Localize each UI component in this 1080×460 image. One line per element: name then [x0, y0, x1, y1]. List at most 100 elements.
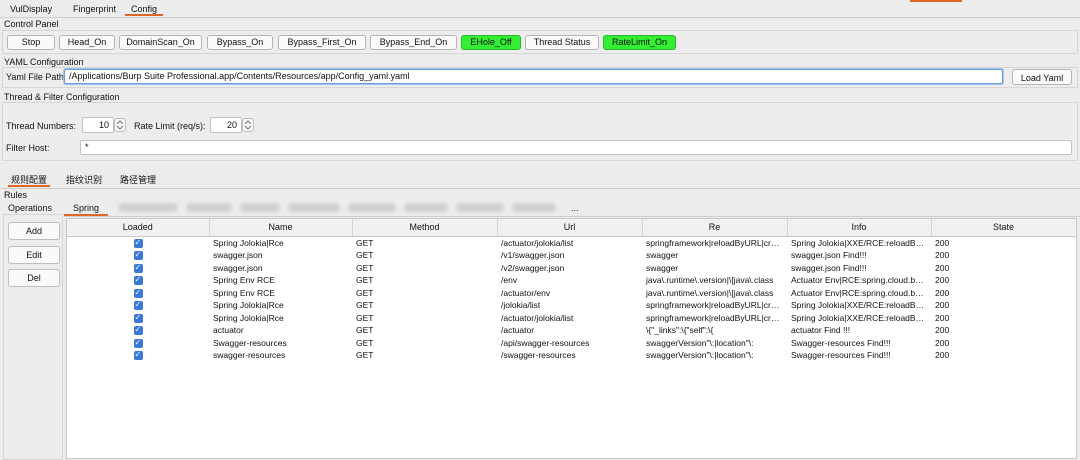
filter-host-input[interactable]: * [80, 140, 1072, 155]
cell-state: 200 [935, 287, 950, 298]
cell-method: GET [356, 300, 374, 310]
loaded-checkbox[interactable] [67, 299, 209, 312]
loaded-checkbox[interactable] [67, 249, 209, 262]
bypass-first-on-button[interactable]: Bypass_First_On [278, 35, 366, 50]
table-row[interactable]: Spring Jolokia|Rce GET /actuator/jolokia… [67, 312, 1076, 324]
checkbox-checked-icon[interactable] [133, 237, 143, 249]
column-header-state[interactable]: State [931, 219, 1076, 237]
blurred-rule-tab[interactable] [186, 203, 232, 212]
subtab-rule-config[interactable]: 规则配置 [8, 173, 51, 187]
loaded-checkbox[interactable] [67, 274, 209, 287]
filter-host-label: Filter Host: [6, 143, 50, 153]
checkbox-checked-icon[interactable] [133, 262, 143, 274]
bypass-on-button[interactable]: Bypass_On [207, 35, 273, 50]
load-yaml-button[interactable]: Load Yaml [1012, 69, 1072, 85]
tab-vuldisplay[interactable]: VulDisplay [4, 3, 58, 16]
tab-fingerprint[interactable]: Fingerprint [67, 3, 122, 16]
cell-state: 200 [935, 300, 950, 310]
checkbox-checked-icon[interactable] [133, 349, 143, 362]
loaded-checkbox[interactable] [67, 262, 209, 274]
cell-state: 200 [935, 337, 950, 348]
yaml-path-input[interactable]: /Applications/Burp Suite Professional.ap… [64, 69, 1003, 84]
cell-info: Spring Jolokia|XXE/RCE:reloadByURL [791, 300, 931, 310]
cell-url: /actuator/env [501, 287, 551, 298]
rate-limit-label: Rate Limit (req/s): [134, 121, 206, 131]
stop-button[interactable]: Stop [7, 35, 55, 50]
bypass-end-on-button[interactable]: Bypass_End_On [370, 35, 457, 50]
thread-numbers-input[interactable]: 10 [82, 117, 114, 133]
loaded-checkbox[interactable] [67, 287, 209, 299]
blurred-rule-tab[interactable] [118, 203, 178, 212]
cell-info: Spring Jolokia|XXE/RCE:reloadByURL [791, 312, 931, 323]
column-header-method[interactable]: Method [352, 219, 498, 237]
cell-name: swagger.json [213, 250, 263, 260]
tab-config[interactable]: Config [125, 3, 164, 16]
cell-info: swagger.json Find!!! [791, 262, 867, 273]
column-header-url[interactable]: Url [497, 219, 643, 237]
rate-limit-stepper[interactable] [242, 118, 254, 132]
domainscan-on-button[interactable]: DomainScan_On [119, 35, 202, 50]
blurred-rule-tab[interactable] [348, 203, 396, 212]
rule-tab-spring[interactable]: Spring [64, 201, 108, 216]
table-row[interactable]: Spring Env RCE GET /actuator/env java\.r… [67, 287, 1076, 299]
column-header-name[interactable]: Name [209, 219, 353, 237]
column-header-re[interactable]: Re [642, 219, 788, 237]
column-header-info[interactable]: Info [787, 219, 932, 237]
cell-url: /actuator/jolokia/list [501, 237, 574, 248]
table-row[interactable]: swagger.json GET /v2/swagger.json swagge… [67, 262, 1076, 274]
more-tabs-ellipsis[interactable]: ... [571, 203, 579, 213]
rate-limit-input[interactable]: 20 [210, 117, 242, 133]
cell-re: swagger [646, 250, 679, 260]
cell-url: /swagger-resources [501, 350, 576, 360]
cell-re: java\.runtime\.version|\[java\.class [646, 287, 774, 298]
table-row[interactable]: actuator GET /actuator \{"_links":\{"sel… [67, 324, 1076, 337]
subtab-path-management[interactable]: 路径管理 [120, 173, 156, 187]
blurred-rule-tab[interactable] [240, 203, 280, 212]
checkbox-checked-icon[interactable] [133, 287, 143, 299]
table-row[interactable]: Swagger-resources GET /api/swagger-resou… [67, 337, 1076, 349]
subtab-fingerprint[interactable]: 指纹识别 [66, 173, 102, 187]
loaded-checkbox[interactable] [67, 349, 209, 362]
checkbox-checked-icon[interactable] [133, 249, 143, 262]
table-row[interactable]: Spring Jolokia|Rce GET /jolokia/list spr… [67, 299, 1076, 312]
checkbox-checked-icon[interactable] [133, 299, 143, 312]
blurred-rule-tab[interactable] [404, 203, 448, 212]
thread-status-button[interactable]: Thread Status [525, 35, 599, 50]
thread-numbers-stepper[interactable] [114, 118, 126, 132]
table-row[interactable]: Spring Env RCE GET /env java\.runtime\.v… [67, 274, 1076, 287]
cell-state: 200 [935, 325, 950, 335]
loaded-checkbox[interactable] [67, 312, 209, 324]
cell-info: swagger.json Find!!! [791, 250, 867, 260]
cell-url: /v2/swagger.json [501, 262, 565, 273]
table-row[interactable]: Spring Jolokia|Rce GET /actuator/jolokia… [67, 236, 1076, 249]
cell-re: springframework|reloadByURL|createJNDIRe… [646, 237, 787, 248]
checkbox-checked-icon[interactable] [133, 337, 143, 349]
loaded-checkbox[interactable] [67, 236, 209, 249]
cell-state: 200 [935, 312, 950, 323]
blurred-rule-tab[interactable] [512, 203, 556, 212]
active-indicator-strip [910, 0, 962, 2]
rules-table[interactable]: Loaded Name Method Url Re Info State Spr… [66, 218, 1077, 459]
delete-rule-button[interactable]: Del [8, 269, 60, 287]
cell-method: GET [356, 250, 374, 260]
cell-state: 200 [935, 275, 950, 285]
checkbox-checked-icon[interactable] [133, 312, 143, 324]
loaded-checkbox[interactable] [67, 337, 209, 349]
cell-name: Spring Jolokia|Rce [213, 237, 284, 248]
loaded-checkbox[interactable] [67, 324, 209, 337]
cell-name: Spring Env RCE [213, 275, 275, 285]
head-on-button[interactable]: Head_On [59, 35, 115, 50]
column-header-loaded[interactable]: Loaded [67, 219, 210, 237]
table-row[interactable]: swagger-resources GET /swagger-resources… [67, 349, 1076, 362]
edit-rule-button[interactable]: Edit [8, 246, 60, 264]
blurred-rule-tab[interactable] [288, 203, 340, 212]
checkbox-checked-icon[interactable] [133, 324, 143, 337]
table-row[interactable]: swagger.json GET /v1/swagger.json swagge… [67, 249, 1076, 262]
checkbox-checked-icon[interactable] [133, 274, 143, 287]
ratelimit-on-button[interactable]: RateLimit_On [603, 35, 676, 50]
add-rule-button[interactable]: Add [8, 222, 60, 240]
cell-method: GET [356, 337, 374, 348]
blurred-rule-tab[interactable] [456, 203, 504, 212]
ehole-off-button[interactable]: EHole_Off [461, 35, 521, 50]
cell-url: /jolokia/list [501, 300, 541, 310]
